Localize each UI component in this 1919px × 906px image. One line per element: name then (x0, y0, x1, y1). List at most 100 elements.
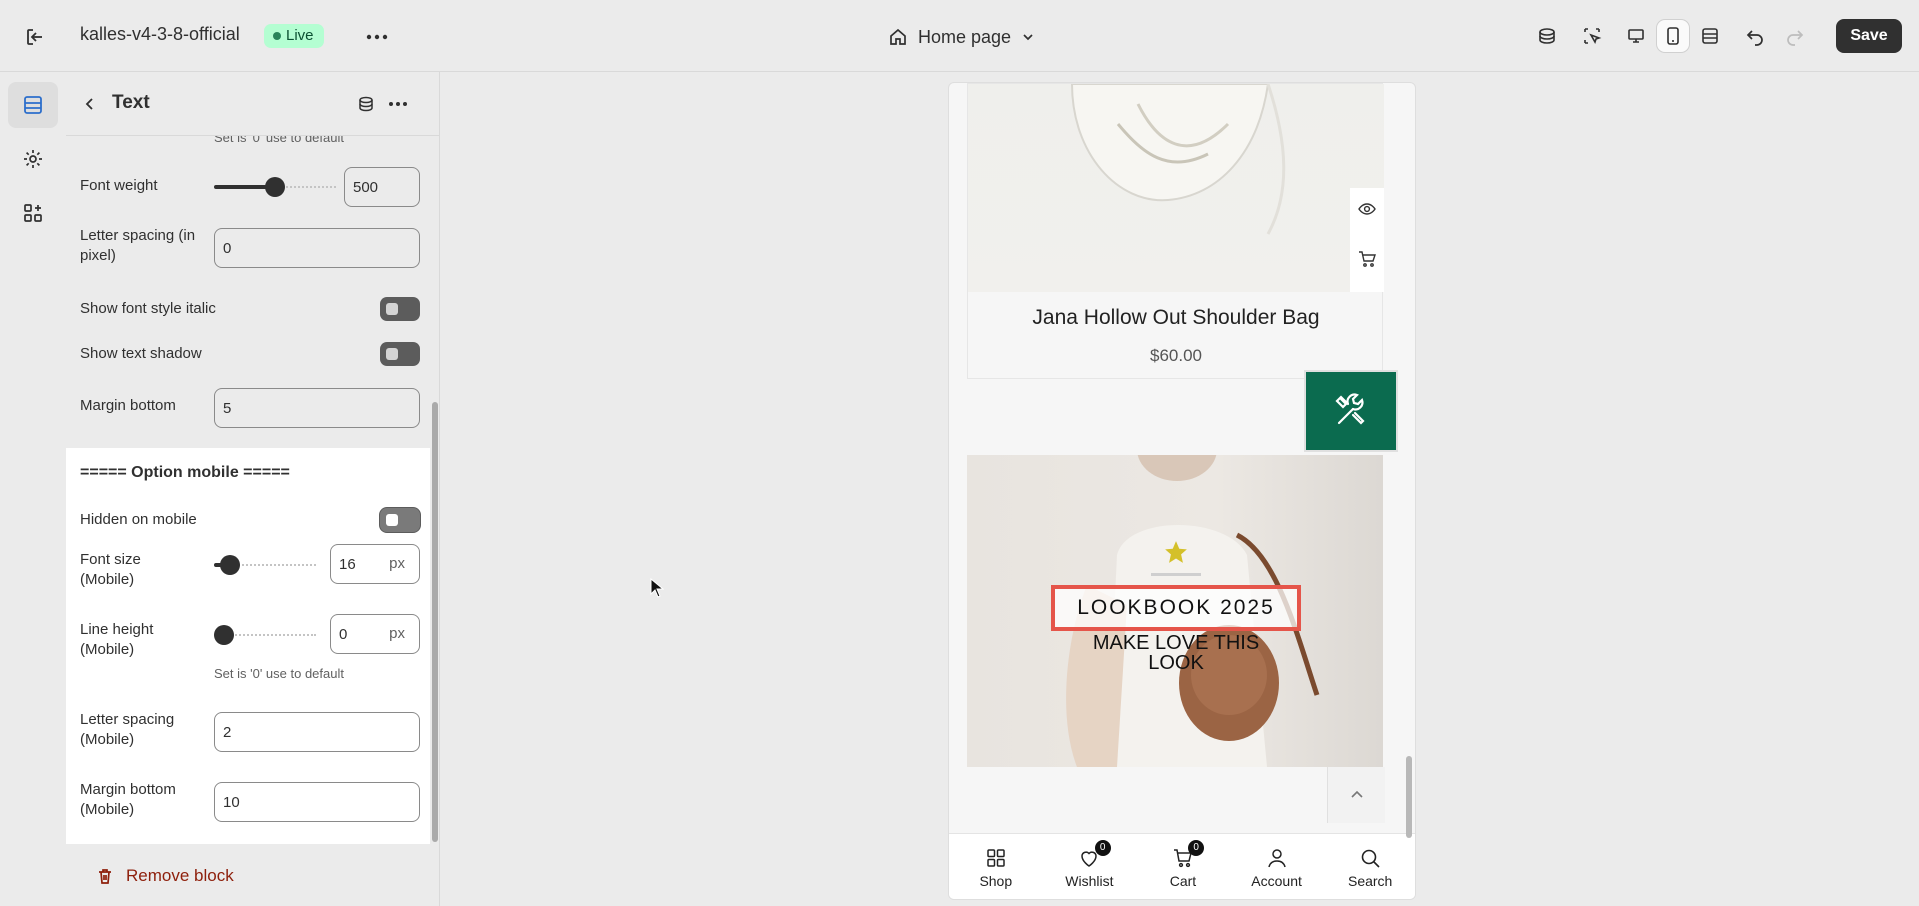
block-settings-panel: Text Set is '0' use to default Font weig… (66, 72, 440, 906)
mobile-view-icon[interactable] (1657, 20, 1689, 52)
slider-track (230, 564, 316, 566)
italic-label: Show font style italic (80, 300, 216, 317)
back-arrow-icon[interactable] (76, 90, 104, 118)
lookbook-heading-selected[interactable]: LOOKBOOK 2025 (1051, 585, 1301, 631)
star-icon (1165, 541, 1187, 563)
lookbook-banner[interactable]: LOOKBOOK 2025 MAKE LOVE THIS LOOK (967, 455, 1383, 767)
wrench-screwdriver-icon (1335, 393, 1365, 425)
slider-knob[interactable] (265, 177, 285, 197)
font-weight-slider[interactable] (214, 176, 336, 197)
page-selector[interactable]: Home page (888, 22, 1035, 52)
panel-scrollbar[interactable] (432, 402, 438, 842)
banner-divider (1151, 573, 1201, 576)
font-size-mobile-label: Font size (Mobile) (80, 550, 141, 590)
banner-tagline[interactable]: MAKE LOVE THIS LOOK (1067, 633, 1285, 673)
font-weight-value: 500 (353, 178, 379, 196)
italic-toggle[interactable] (380, 297, 420, 321)
nav-wishlist[interactable]: 0 Wishlist (1043, 834, 1137, 899)
page-selector-label: Home page (918, 26, 1012, 47)
inspector-icon[interactable] (1576, 20, 1608, 52)
quick-view-eye-icon[interactable] (1358, 200, 1376, 218)
margin-bottom-mobile-label-line2: (Mobile) (80, 801, 135, 818)
more-icon[interactable] (362, 22, 392, 52)
margin-bottom-mobile-value: 10 (223, 793, 240, 811)
nav-search[interactable]: Search (1323, 834, 1415, 899)
search-icon (1361, 849, 1380, 868)
theme-tools-button[interactable] (1304, 370, 1398, 452)
font-size-mobile-label-line2: (Mobile) (80, 571, 135, 588)
font-size-mobile-slider[interactable] (214, 554, 316, 575)
line-height-unit: px (389, 625, 405, 642)
margin-bottom-input[interactable]: 5 (214, 388, 420, 428)
font-size-unit: px (389, 555, 405, 572)
text-shadow-label: Show text shadow (80, 345, 202, 362)
line-height-mobile-label-line1: Line height (80, 621, 154, 638)
theme-settings-icon[interactable] (8, 136, 58, 182)
font-size-mobile-value: 16 (339, 555, 356, 573)
product-price: $60.00 (1150, 346, 1202, 365)
letter-spacing-mobile-input[interactable]: 2 (214, 712, 420, 752)
font-weight-label: Font weight (80, 177, 158, 194)
user-icon (1267, 848, 1286, 867)
panel-header: Text (66, 72, 439, 136)
home-icon (890, 28, 906, 45)
margin-bottom-value: 5 (223, 399, 232, 417)
hidden-on-mobile-toggle[interactable] (380, 508, 420, 532)
theme-store-icon[interactable] (1531, 20, 1563, 52)
nav-search-label: Search (1347, 872, 1393, 889)
line-height-mobile-label-line2: (Mobile) (80, 641, 135, 658)
slider-knob[interactable] (220, 555, 240, 575)
letter-spacing-input[interactable]: 0 (214, 228, 420, 268)
margin-bottom-label: Margin bottom (80, 397, 176, 414)
letter-spacing-mobile-label: Letter spacing (Mobile) (80, 710, 174, 750)
product-card[interactable]: Jana Hollow Out Shoulder Bag $60.00 (967, 83, 1384, 379)
mobile-preview-frame: Jana Hollow Out Shoulder Bag $60.00 LOOK… (948, 82, 1416, 900)
letter-spacing-label: Letter spacing (in pixel) (80, 227, 196, 264)
back-to-top-button[interactable] (1327, 767, 1385, 823)
more-options-icon[interactable] (384, 90, 412, 118)
sections-icon[interactable] (8, 82, 58, 128)
save-button[interactable]: Save (1836, 19, 1902, 53)
margin-bottom-mobile-input[interactable]: 10 (214, 782, 420, 822)
wishlist-count-badge: 0 (1094, 840, 1111, 856)
apps-icon[interactable] (8, 190, 58, 236)
line-height-mobile-input[interactable]: 0 px (330, 614, 420, 654)
mobile-section-title: ===== Option mobile ===== (80, 464, 290, 481)
fullscreen-view-icon[interactable] (1694, 20, 1726, 52)
slider-track (224, 634, 316, 636)
nav-cart[interactable]: 0 Cart (1136, 834, 1230, 899)
trash-icon (99, 869, 111, 884)
nav-shop[interactable]: Shop (949, 834, 1043, 899)
mobile-options-section: ===== Option mobile ===== Hidden on mobi… (66, 448, 430, 844)
hidden-on-mobile-label: Hidden on mobile (80, 511, 197, 528)
preview-scrollbar[interactable] (1406, 756, 1412, 838)
product-image[interactable] (968, 84, 1384, 292)
font-size-mobile-input[interactable]: 16 px (330, 544, 420, 584)
slider-knob[interactable] (214, 625, 234, 645)
remove-block-button[interactable]: Remove block (96, 866, 234, 886)
undo-icon[interactable] (1739, 20, 1771, 52)
nav-account-label: Account (1251, 872, 1302, 889)
exit-icon[interactable] (20, 22, 50, 52)
cart-count-badge: 0 (1188, 840, 1205, 856)
store-name: kalles-v4-3-8-official (80, 24, 240, 44)
nav-wishlist-label: Wishlist (1065, 872, 1114, 889)
sidebar-rail (0, 72, 66, 906)
grid-icon (987, 848, 1005, 867)
nav-account[interactable]: Account (1230, 834, 1324, 899)
redo-icon[interactable] (1779, 20, 1811, 52)
letter-spacing-mobile-label-line1: Letter spacing (80, 711, 175, 728)
dynamic-source-icon[interactable] (352, 90, 380, 118)
panel-title: Text (112, 92, 150, 113)
letter-spacing-value: 0 (223, 239, 232, 257)
font-weight-input[interactable]: 500 (344, 167, 420, 207)
live-badge: Live (264, 24, 324, 48)
desktop-view-icon[interactable] (1620, 20, 1652, 52)
editor-topbar: kalles-v4-3-8-official Live Home page Sa… (0, 0, 1919, 72)
text-shadow-toggle[interactable] (380, 342, 420, 366)
chevron-down-icon (1023, 34, 1033, 41)
margin-bottom-mobile-label-line1: Margin bottom (80, 781, 176, 798)
product-name[interactable]: Jana Hollow Out Shoulder Bag (968, 306, 1384, 330)
line-height-mobile-slider[interactable] (214, 624, 316, 645)
add-to-cart-icon[interactable] (1358, 250, 1376, 268)
